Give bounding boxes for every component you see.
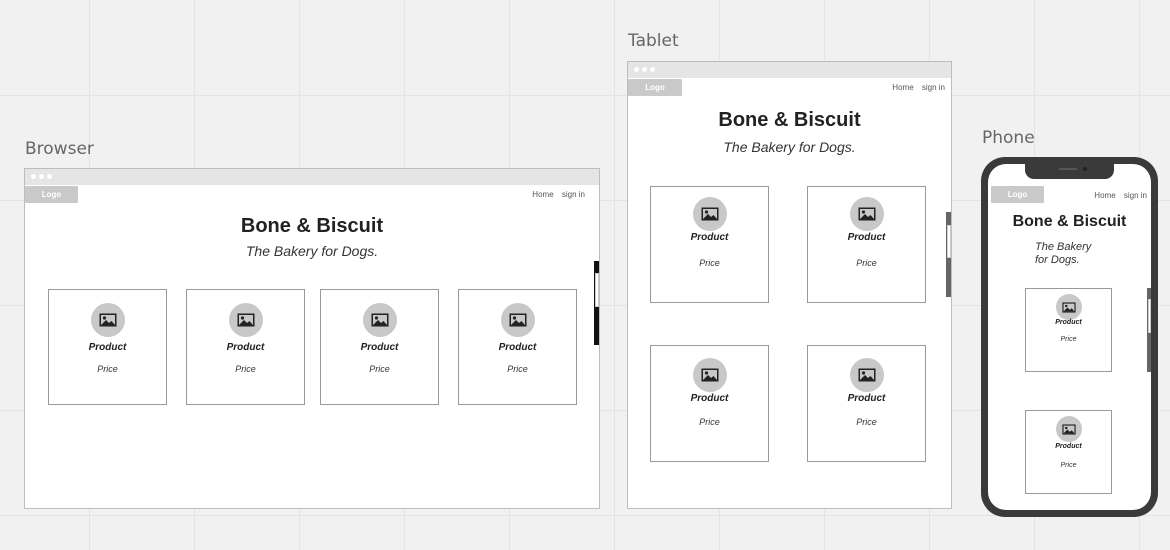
image-icon <box>90 303 125 337</box>
product-price: Price <box>856 417 877 427</box>
product-price: Price <box>699 258 720 268</box>
image-icon <box>1055 416 1082 442</box>
product-name: Product <box>847 393 886 404</box>
product-name: Product <box>360 342 399 353</box>
scrollbar-thumb[interactable] <box>595 273 599 307</box>
nav-signin-link[interactable]: sign in <box>922 83 945 92</box>
product-name: Product <box>690 393 729 404</box>
nav: Home sign in <box>1088 191 1147 200</box>
tablet-label: Tablet <box>628 31 679 51</box>
product-price: Price <box>1060 462 1077 469</box>
nav-home-link[interactable]: Home <box>892 83 913 92</box>
product-card[interactable]: Product Price <box>1025 288 1112 372</box>
image-icon <box>692 358 727 392</box>
logo[interactable]: Logo <box>25 186 78 203</box>
image-icon <box>692 197 727 231</box>
phone-frame: Logo Home sign in Bone & Biscuit The Bak… <box>981 157 1158 517</box>
product-name: Product <box>690 232 729 243</box>
product-name: Product <box>847 232 886 243</box>
nav-home-link[interactable]: Home <box>1094 191 1115 200</box>
product-name: Product <box>1055 319 1082 326</box>
logo[interactable]: Logo <box>991 186 1044 203</box>
product-name: Product <box>226 342 265 353</box>
window-dot <box>39 174 44 179</box>
product-price: Price <box>235 364 256 374</box>
product-card[interactable]: Product Price <box>320 289 439 405</box>
page-tagline: The Bakery for Dogs. <box>245 243 379 259</box>
phone-notch <box>1025 164 1114 179</box>
image-icon <box>849 197 884 231</box>
nav: Home sign in <box>886 83 945 92</box>
page-title: Bone & Biscuit <box>1012 213 1127 230</box>
camera-icon <box>1083 167 1087 171</box>
image-icon <box>500 303 535 337</box>
product-price: Price <box>699 417 720 427</box>
scrollbar-thumb[interactable] <box>1148 299 1151 333</box>
product-card[interactable]: Product Price <box>650 345 769 462</box>
product-name: Product <box>88 342 127 353</box>
tagline-line: The Bakery <box>1035 241 1092 253</box>
browser-label: Browser <box>25 139 94 159</box>
tablet-frame: Logo Home sign in Bone & Biscuit The Bak… <box>627 61 952 509</box>
page-title: Bone & Biscuit <box>240 215 384 237</box>
image-icon <box>228 303 263 337</box>
logo[interactable]: Logo <box>628 79 682 96</box>
image-icon <box>1055 294 1082 320</box>
product-name: Product <box>498 342 537 353</box>
product-price: Price <box>507 364 528 374</box>
image-icon <box>849 358 884 392</box>
product-card[interactable]: Product Price <box>458 289 577 405</box>
product-card[interactable]: Product Price <box>186 289 305 405</box>
scrollbar-thumb[interactable] <box>947 225 951 258</box>
product-name: Product <box>1055 443 1082 450</box>
product-price: Price <box>856 258 877 268</box>
nav-signin-link[interactable]: sign in <box>562 190 585 199</box>
phone-label: Phone <box>982 128 1035 148</box>
browser-frame: Logo Home sign in Bone & Biscuit The Bak… <box>24 168 600 509</box>
tablet-chrome <box>628 62 951 78</box>
product-card[interactable]: Product Price <box>48 289 167 405</box>
product-card[interactable]: Product Price <box>650 186 769 303</box>
window-dot <box>634 67 639 72</box>
page-tagline: The Bakery for Dogs. <box>723 139 856 155</box>
page-title: Bone & Biscuit <box>718 109 861 131</box>
image-icon <box>362 303 397 337</box>
nav-signin-link[interactable]: sign in <box>1124 191 1147 200</box>
phone-screen: Logo Home sign in Bone & Biscuit The Bak… <box>988 164 1151 510</box>
window-dot <box>31 174 36 179</box>
speaker-icon <box>1059 168 1077 170</box>
product-price: Price <box>1060 336 1077 343</box>
product-card[interactable]: Product Price <box>807 345 926 462</box>
page-tagline: The Bakery for Dogs. <box>1035 241 1091 267</box>
nav: Home sign in <box>526 190 585 199</box>
tagline-line: for Dogs. <box>1035 254 1080 266</box>
product-price: Price <box>369 364 390 374</box>
window-dot <box>650 67 655 72</box>
browser-chrome <box>25 169 599 185</box>
product-card[interactable]: Product Price <box>1025 410 1112 494</box>
nav-home-link[interactable]: Home <box>532 190 553 199</box>
window-dot <box>47 174 52 179</box>
product-price: Price <box>97 364 118 374</box>
product-card[interactable]: Product Price <box>807 186 926 303</box>
window-dot <box>642 67 647 72</box>
